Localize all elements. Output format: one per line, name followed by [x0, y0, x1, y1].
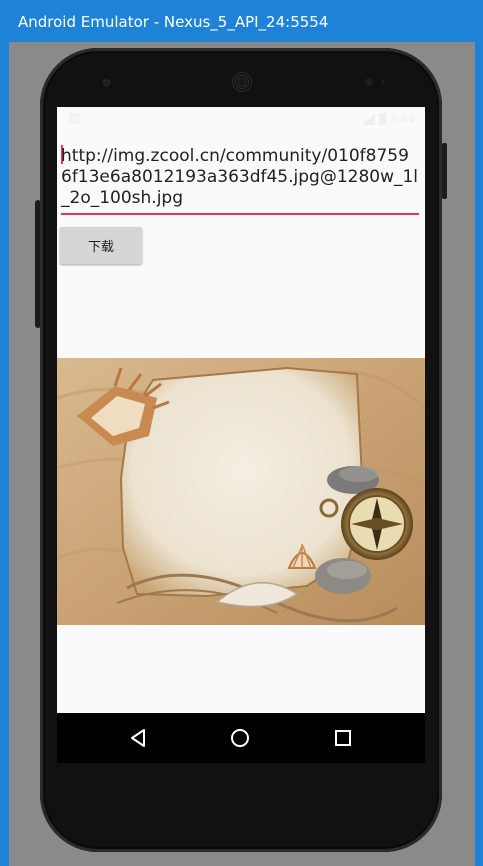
beach-parchment-image — [57, 358, 425, 625]
back-button[interactable] — [127, 727, 149, 749]
url-input-text: http://img.zcool.cn/community/010f87596f… — [61, 146, 419, 208]
earpiece-speaker — [232, 72, 252, 92]
window-title: Android Emulator - Nexus_5_API_24:5554 — [18, 13, 329, 31]
notification-icon — [69, 113, 80, 124]
url-input[interactable]: http://img.zcool.cn/community/010f87596f… — [61, 143, 419, 215]
status-bar: 3:44 — [57, 107, 425, 131]
battery-icon — [379, 113, 387, 125]
home-button[interactable] — [229, 727, 251, 749]
light-sensor — [381, 80, 385, 84]
navigation-bar — [57, 713, 425, 763]
home-circle-icon — [231, 729, 249, 747]
signal-icon — [363, 113, 376, 125]
status-icons: 3:44 — [363, 111, 415, 127]
recent-square-icon — [335, 730, 351, 746]
recent-apps-button[interactable] — [332, 727, 354, 749]
device-screen: 3:44 http://img.zcool.cn/community/010f8… — [57, 107, 425, 763]
download-button-label: 下载 — [87, 240, 114, 255]
status-time: 3:44 — [390, 112, 415, 126]
download-button[interactable]: 下载 — [60, 227, 142, 264]
back-triangle-icon — [131, 729, 145, 747]
power-button[interactable] — [442, 143, 447, 199]
front-camera — [102, 78, 111, 87]
downloaded-image — [57, 358, 425, 625]
proximity-sensor — [365, 78, 373, 86]
window-title-bar[interactable]: Android Emulator - Nexus_5_API_24:5554 — [0, 0, 483, 42]
